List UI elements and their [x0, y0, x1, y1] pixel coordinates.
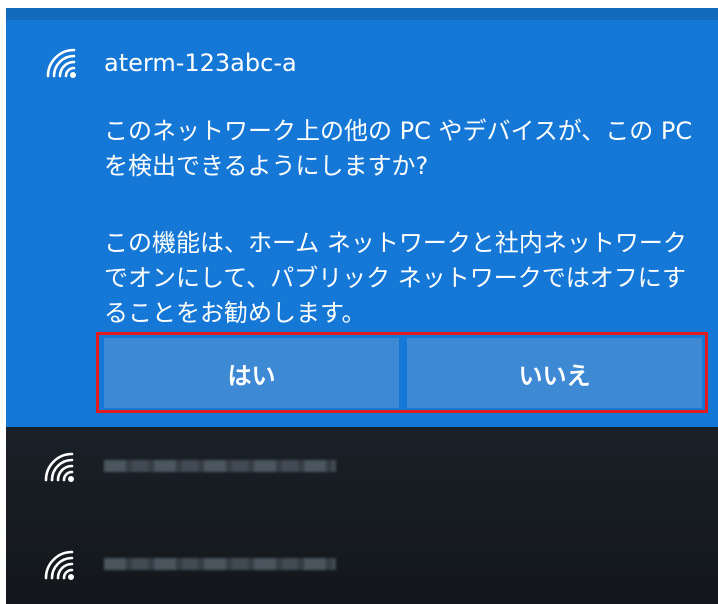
no-button[interactable]: いいえ	[407, 338, 702, 408]
wifi-icon	[44, 452, 74, 482]
wifi-icon	[44, 550, 74, 580]
yes-button[interactable]: はい	[104, 338, 399, 408]
wifi-icon	[46, 48, 76, 78]
network-flyout: aterm-123abc-a このネットワーク上の他の PC やデバイスが、この…	[6, 8, 718, 604]
blurred-network-name[interactable]	[104, 460, 336, 472]
discovery-question: このネットワーク上の他の PC やデバイスが、この PC を検出できるようにしま…	[104, 117, 693, 180]
network-discovery-prompt: aterm-123abc-a このネットワーク上の他の PC やデバイスが、この…	[6, 8, 718, 427]
network-list	[6, 427, 718, 604]
network-name: aterm-123abc-a	[104, 49, 297, 77]
discovery-recommendation: この機能は、ホーム ネットワークと社内ネットワークでオンにして、パブリック ネッ…	[104, 229, 687, 327]
prompt-top-edge	[6, 8, 718, 20]
blurred-network-name[interactable]	[104, 558, 336, 570]
